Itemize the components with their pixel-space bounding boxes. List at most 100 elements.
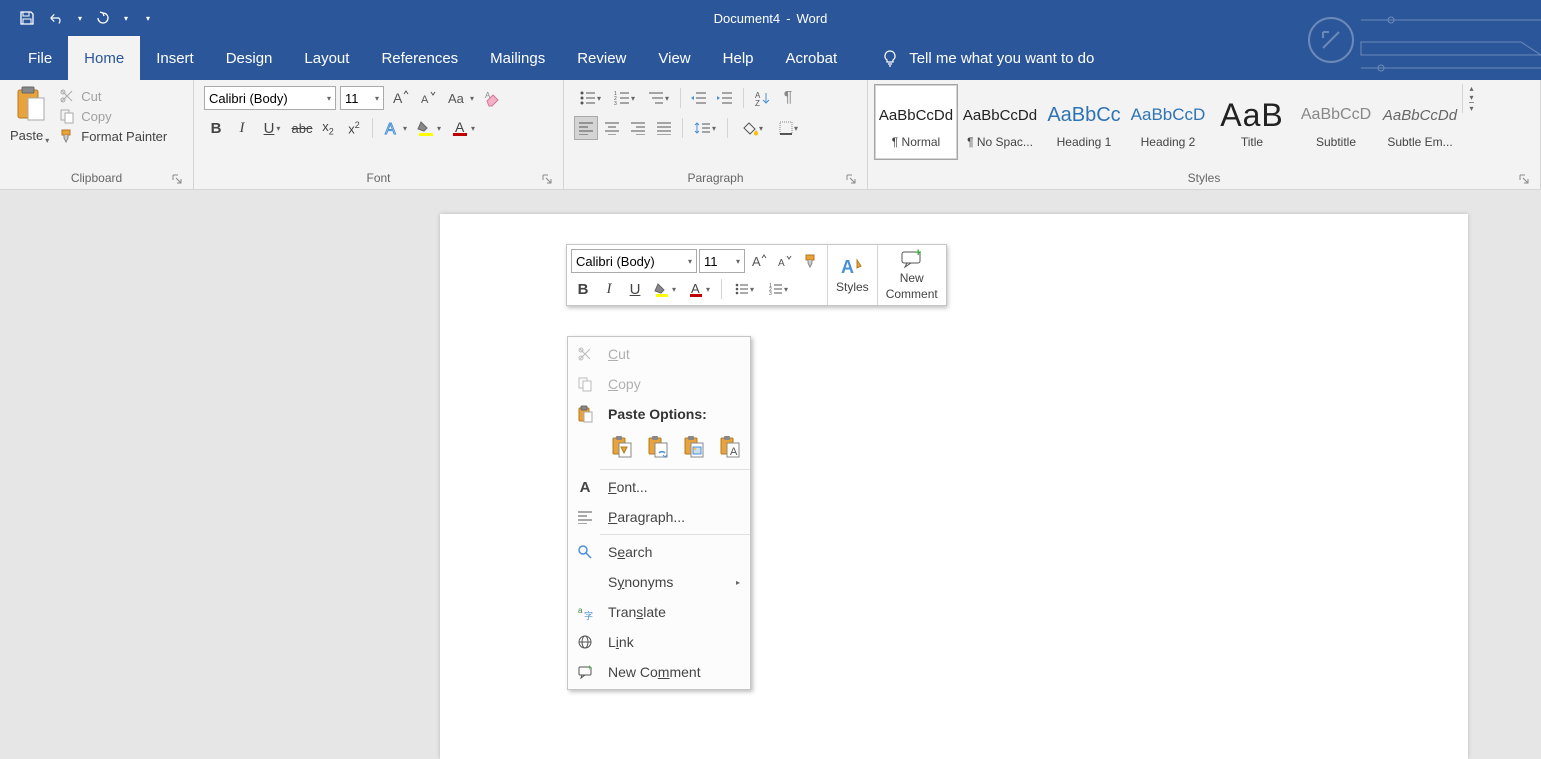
context-menu: CuCutt Copy Paste Options: A A Font... P…: [567, 336, 751, 690]
mini-font-color[interactable]: A▾: [683, 277, 715, 301]
font-name-combo[interactable]: Calibri (Body)▾: [204, 86, 336, 110]
styles-launcher-icon[interactable]: [1518, 173, 1530, 185]
line-spacing-button[interactable]: ▾: [689, 116, 721, 140]
styles-more-button[interactable]: ▾: [1463, 102, 1480, 113]
paste-merge[interactable]: [644, 433, 672, 461]
font-color-button[interactable]: A▾: [447, 116, 479, 140]
line-spacing-icon: [694, 120, 712, 136]
superscript-button[interactable]: x2: [342, 116, 366, 140]
mini-bullets[interactable]: ▾: [728, 277, 760, 301]
paste-text-only[interactable]: A: [716, 433, 744, 461]
redo-dropdown-icon[interactable]: ▾: [124, 14, 128, 23]
clear-formatting-button[interactable]: A: [480, 86, 504, 110]
qat-customize-icon[interactable]: ▾: [146, 14, 150, 23]
svg-text:A: A: [841, 257, 854, 277]
sort-icon: AZ: [754, 90, 770, 106]
tab-mailings[interactable]: Mailings: [474, 36, 561, 80]
tab-help[interactable]: Help: [707, 36, 770, 80]
mini-grow-font[interactable]: A: [747, 249, 771, 273]
ctx-search[interactable]: Search: [568, 537, 750, 567]
tab-home[interactable]: Home: [68, 36, 140, 80]
grow-font-button[interactable]: A: [388, 86, 412, 110]
bold-button[interactable]: B: [204, 116, 228, 140]
copy-button[interactable]: Copy: [59, 108, 167, 124]
shading-button[interactable]: ▾: [734, 116, 770, 140]
mini-italic[interactable]: I: [597, 277, 621, 301]
tab-view[interactable]: View: [642, 36, 706, 80]
text-effects-button[interactable]: A▾: [379, 116, 411, 140]
styles-scroll-up[interactable]: ▴: [1463, 84, 1480, 93]
style-item[interactable]: AaBbCcHeading 1: [1042, 84, 1126, 160]
ctx-link[interactable]: Link: [568, 627, 750, 657]
mini-font-combo[interactable]: Calibri (Body)▾: [571, 249, 697, 273]
strikethrough-button[interactable]: abc: [290, 116, 314, 140]
mini-underline[interactable]: U: [623, 277, 647, 301]
save-icon[interactable]: [18, 9, 36, 27]
tab-acrobat[interactable]: Acrobat: [770, 36, 854, 80]
redo-icon[interactable]: [94, 9, 112, 27]
change-case-button[interactable]: Aa▾: [444, 86, 476, 110]
ctx-paragraph[interactable]: Paragraph...: [568, 502, 750, 532]
shrink-font-button[interactable]: A: [416, 86, 440, 110]
style-item[interactable]: AaBbCcDd¶ Normal: [874, 84, 958, 160]
svg-text:字: 字: [584, 610, 593, 620]
align-right-button[interactable]: [626, 116, 650, 140]
tell-me-search[interactable]: Tell me what you want to do: [853, 36, 1110, 80]
paragraph-launcher-icon[interactable]: [845, 173, 857, 185]
borders-button[interactable]: ▾: [772, 116, 804, 140]
ctx-font[interactable]: A Font...: [568, 472, 750, 502]
underline-button[interactable]: U▾: [256, 116, 288, 140]
sort-button[interactable]: AZ: [750, 86, 774, 110]
tab-layout[interactable]: Layout: [288, 36, 365, 80]
undo-icon[interactable]: [48, 9, 66, 27]
styles-scroll-down[interactable]: ▾: [1463, 93, 1480, 102]
doc-name: Document4: [714, 11, 780, 26]
borders-icon: [778, 120, 794, 136]
mini-numbering[interactable]: 123▾: [762, 277, 794, 301]
tab-review[interactable]: Review: [561, 36, 642, 80]
multilevel-list-button[interactable]: ▾: [642, 86, 674, 110]
style-item[interactable]: AaBbCcDd¶ No Spac...: [958, 84, 1042, 160]
format-painter-button[interactable]: Format Painter: [59, 128, 167, 144]
paste-picture[interactable]: [680, 433, 708, 461]
style-item[interactable]: AaBbCcDdSubtle Em...: [1378, 84, 1462, 160]
tab-references[interactable]: References: [365, 36, 474, 80]
cut-button[interactable]: Cut: [59, 88, 167, 104]
style-item[interactable]: AaBbCcDHeading 2: [1126, 84, 1210, 160]
show-marks-button[interactable]: ¶: [776, 86, 800, 110]
ctx-new-comment[interactable]: + New Comment: [568, 657, 750, 687]
highlight-button[interactable]: ▾: [413, 116, 445, 140]
multilevel-icon: [647, 90, 665, 106]
ctx-copy[interactable]: Copy: [568, 369, 750, 399]
mini-size-combo[interactable]: 11▾: [699, 249, 745, 273]
font-size-combo[interactable]: 11▾: [340, 86, 384, 110]
style-item[interactable]: AaBTitle: [1210, 84, 1294, 160]
mini-new-comment-button[interactable]: + New Comment: [877, 245, 946, 305]
subscript-button[interactable]: x2: [316, 116, 340, 140]
mini-highlight[interactable]: ▾: [649, 277, 681, 301]
style-item[interactable]: AaBbCcDSubtitle: [1294, 84, 1378, 160]
paste-button[interactable]: Paste▾: [6, 84, 53, 147]
ctx-translate[interactable]: a字 Translate: [568, 597, 750, 627]
mini-styles-button[interactable]: A Styles: [827, 245, 877, 305]
tab-file[interactable]: File: [12, 36, 68, 80]
increase-indent-button[interactable]: [713, 86, 737, 110]
tab-design[interactable]: Design: [210, 36, 289, 80]
align-left-button[interactable]: [574, 116, 598, 140]
paste-keep-source[interactable]: [608, 433, 636, 461]
clipboard-launcher-icon[interactable]: [171, 173, 183, 185]
ctx-synonyms[interactable]: Synonyms ▸: [568, 567, 750, 597]
decrease-indent-button[interactable]: [687, 86, 711, 110]
font-launcher-icon[interactable]: [541, 173, 553, 185]
align-center-button[interactable]: [600, 116, 624, 140]
mini-bold[interactable]: B: [571, 277, 595, 301]
justify-button[interactable]: [652, 116, 676, 140]
bullets-button[interactable]: ▾: [574, 86, 606, 110]
mini-format-painter[interactable]: [799, 249, 823, 273]
ctx-cut[interactable]: CuCutt: [568, 339, 750, 369]
tab-insert[interactable]: Insert: [140, 36, 210, 80]
numbering-button[interactable]: 123▾: [608, 86, 640, 110]
undo-dropdown-icon[interactable]: ▾: [78, 14, 82, 23]
italic-button[interactable]: I: [230, 116, 254, 140]
mini-shrink-font[interactable]: A: [773, 249, 797, 273]
